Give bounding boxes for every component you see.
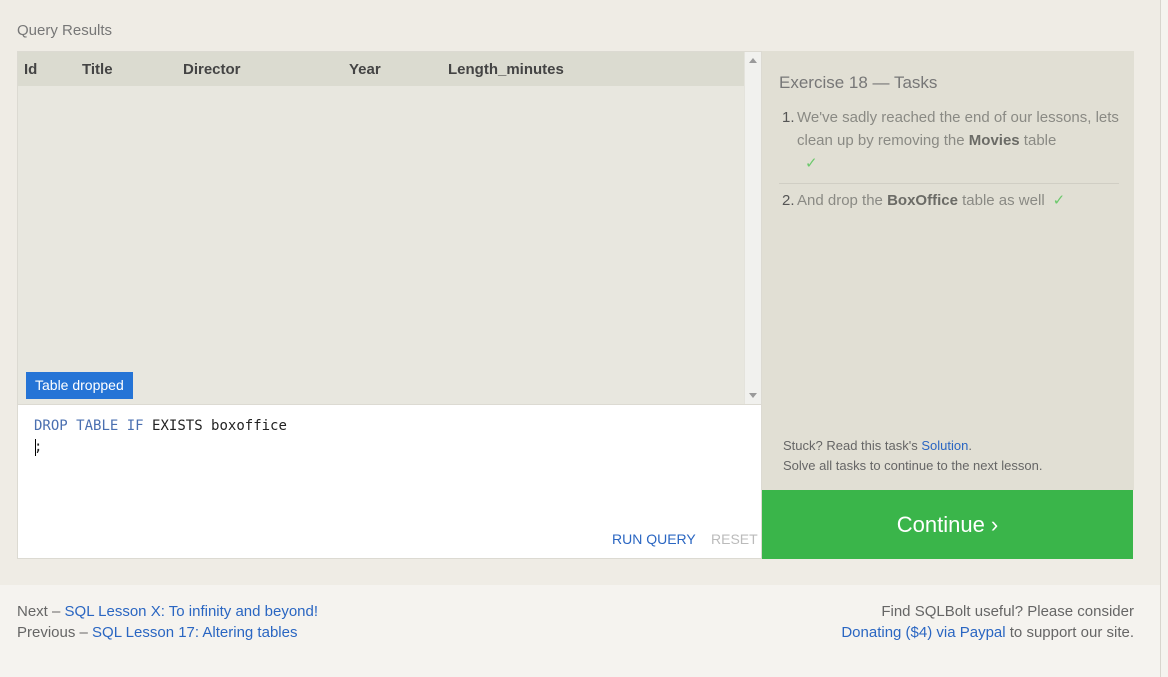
solution-link[interactable]: Solution: [921, 438, 968, 453]
stuck-line: Stuck? Read this task's Solution.: [783, 436, 1042, 456]
stuck-suffix: .: [968, 438, 972, 453]
main-area: Query Results Id Title Director Year Len…: [0, 0, 1160, 585]
check-icon: ✓: [1052, 192, 1066, 209]
keyword-drop: DROP: [34, 418, 68, 434]
status-badge: Table dropped: [26, 372, 133, 399]
query-results-title: Query Results: [17, 22, 113, 39]
keyword-table: TABLE: [76, 418, 119, 434]
previous-lesson-line: Previous – SQL Lesson 17: Altering table…: [17, 622, 318, 643]
results-table: Id Title Director Year Length_minutes Ta…: [17, 51, 762, 405]
task-text-bold: BoxOffice: [887, 192, 958, 209]
task-text-bold: Movies: [968, 132, 1020, 149]
prev-prefix: Previous –: [17, 624, 93, 641]
keyword-if: IF: [126, 418, 144, 434]
continue-button[interactable]: Continue ›: [762, 490, 1133, 559]
sql-editor[interactable]: DROP TABLE IF EXISTS boxoffice ; RUN QUE…: [17, 405, 762, 559]
footer: Next – SQL Lesson X: To infinity and bey…: [0, 585, 1160, 677]
task-text-after: table as well: [957, 192, 1045, 209]
donate-suffix: to support our site.: [1005, 624, 1134, 641]
code-line-2: ;: [34, 437, 287, 458]
task-item: 1. We've sadly reached the end of our le…: [779, 106, 1119, 183]
stuck-prefix: Stuck? Read this task's: [783, 438, 922, 453]
column-header-year: Year: [349, 61, 381, 78]
task-number: 2.: [782, 192, 795, 209]
results-header: Id Title Director Year Length_minutes: [18, 52, 745, 86]
code-line-1: DROP TABLE IF EXISTS boxoffice: [34, 416, 287, 437]
column-header-director: Director: [183, 61, 241, 78]
scroll-down-arrow-icon[interactable]: [749, 393, 757, 398]
scroll-up-arrow-icon[interactable]: [749, 58, 757, 63]
code-rest: EXISTS boxoffice: [152, 418, 287, 434]
task-text: And drop the BoxOffice table as well ✓: [797, 189, 1119, 212]
next-lesson-line: Next – SQL Lesson X: To infinity and bey…: [17, 601, 318, 622]
check-icon: ✓: [805, 155, 818, 172]
task-text-after: table: [1019, 132, 1057, 149]
results-scrollbar[interactable]: [744, 52, 761, 404]
task-text-before: We've sadly reached the end of our lesso…: [797, 109, 1119, 149]
column-header-length: Length_minutes: [448, 61, 564, 78]
task-text: We've sadly reached the end of our lesso…: [797, 106, 1119, 175]
donate-link[interactable]: Donating ($4) via Paypal: [841, 624, 1005, 641]
task-number: 1.: [782, 109, 795, 126]
footer-donate: Find SQLBolt useful? Please consider Don…: [841, 601, 1134, 643]
page-scrollbar[interactable]: [1160, 0, 1168, 677]
donate-prompt: Find SQLBolt useful? Please consider: [881, 603, 1134, 620]
previous-lesson-link[interactable]: SQL Lesson 17: Altering tables: [92, 624, 297, 641]
column-header-title: Title: [82, 61, 113, 78]
next-lesson-link[interactable]: SQL Lesson X: To infinity and beyond!: [65, 603, 319, 620]
task-list: 1. We've sadly reached the end of our le…: [779, 106, 1119, 220]
donate-line: Donating ($4) via Paypal to support our …: [841, 622, 1134, 643]
task-text-before: And drop the: [797, 192, 888, 209]
tasks-title: Exercise 18 — Tasks: [779, 73, 938, 92]
footer-nav: Next – SQL Lesson X: To infinity and bey…: [17, 601, 318, 643]
run-query-button[interactable]: RUN QUERY: [612, 531, 696, 547]
next-prefix: Next –: [17, 603, 65, 620]
code-area[interactable]: DROP TABLE IF EXISTS boxoffice ;: [34, 416, 287, 458]
stuck-help: Stuck? Read this task's Solution. Solve …: [783, 436, 1042, 476]
text-caret: [35, 439, 36, 456]
solve-text: Solve all tasks to continue to the next …: [783, 458, 1043, 473]
reset-button[interactable]: RESET: [711, 531, 758, 547]
task-item: 2. And drop the BoxOffice table as well ✓: [779, 183, 1119, 220]
column-header-id: Id: [24, 61, 38, 78]
tasks-panel: Exercise 18 — Tasks 1. We've sadly reach…: [762, 51, 1134, 490]
